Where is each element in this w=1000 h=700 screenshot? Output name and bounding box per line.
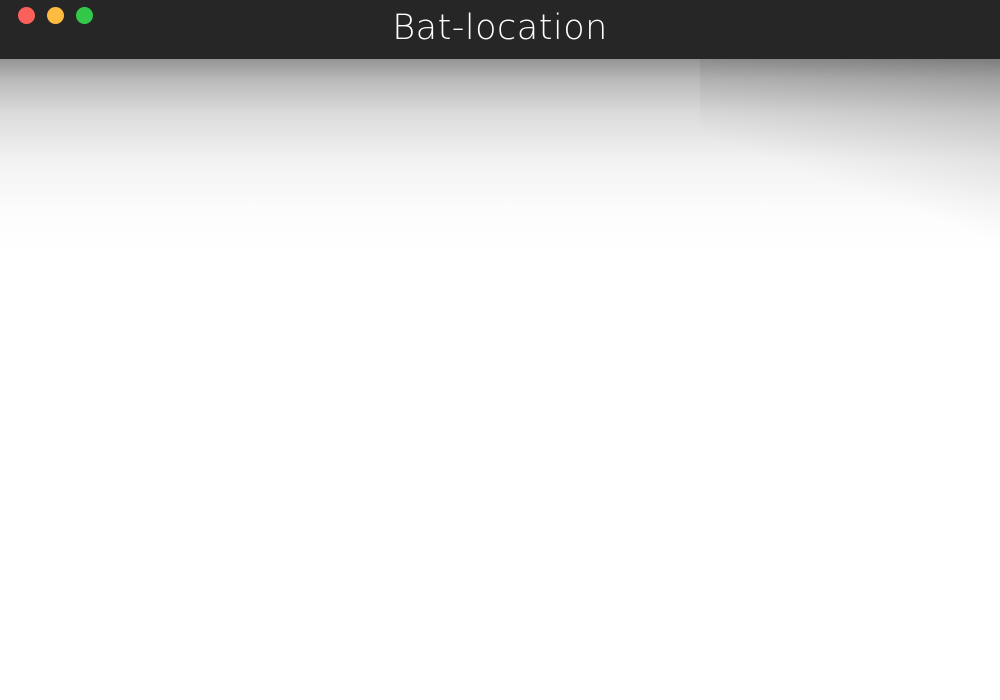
corner-shadow: [700, 59, 1000, 259]
main-content: [0, 59, 1000, 700]
window-title: Bat-location: [392, 8, 608, 48]
app-window: Bat-location: [0, 0, 1000, 700]
title-bar[interactable]: Bat-location: [0, 0, 1000, 59]
top-shadow: [0, 59, 1000, 259]
